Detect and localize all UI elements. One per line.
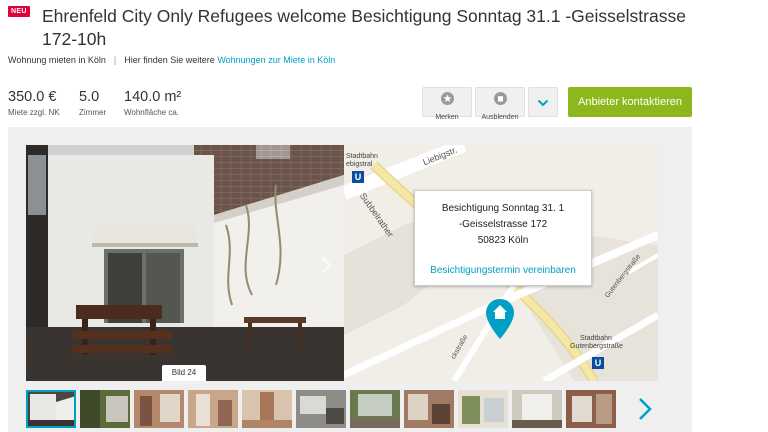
image-counter: Bild 24 <box>162 365 206 381</box>
more-actions-button[interactable] <box>528 87 558 117</box>
thumbnail[interactable] <box>296 390 346 428</box>
transit-symbol-bottom: U <box>594 358 602 368</box>
popup-line1: Besichtigung Sonntag 31. 1 <box>441 203 565 214</box>
thumbnail[interactable] <box>350 390 400 428</box>
thumbnail[interactable] <box>80 390 130 428</box>
schedule-viewing-link[interactable]: Besichtigungstermin vereinbaren <box>415 263 591 279</box>
thumbnail[interactable] <box>566 390 616 428</box>
transit-symbol-top: U <box>354 172 362 182</box>
thumbnail[interactable] <box>26 390 76 428</box>
listing-title: Ehrenfeld City Only Refugees welcome Bes… <box>42 6 686 49</box>
breadcrumb-more-prefix: Hier finden Sie weitere <box>124 55 215 65</box>
breadcrumb-more-link[interactable]: Wohnungen zur Miete in Köln <box>217 55 335 65</box>
remember-button[interactable]: Merken <box>422 87 472 121</box>
rent-fact: 350.0 € Miete zzgl. NK <box>8 88 60 117</box>
thumbnail[interactable] <box>458 390 508 428</box>
map-label-stadtbahn-bottom: Stadtbahn <box>580 335 612 342</box>
rooms-value: 5.0 <box>79 89 100 105</box>
breadcrumb: Wohnung mieten in Köln | Hier finden Sie w… <box>8 55 336 65</box>
rent-value: 350.0 € <box>8 89 57 105</box>
hide-label: Ausblenden <box>481 114 519 121</box>
rent-label: Miete zzgl. NK <box>8 108 60 117</box>
area-fact: 140.0 m² Wohnfläche ca. <box>124 88 181 117</box>
main-photo[interactable] <box>26 145 344 381</box>
rooms-fact: 5.0 Zimmer <box>79 88 106 117</box>
popup-line3: 50823 Köln <box>477 235 529 246</box>
popup-line2: -Geisselstrasse 172 <box>458 219 548 230</box>
area-label: Wohnfläche ca. <box>124 108 179 117</box>
thumbnail[interactable] <box>242 390 292 428</box>
home-pin-icon[interactable] <box>486 299 514 339</box>
chevron-down-icon <box>537 99 549 107</box>
breadcrumb-category[interactable]: Wohnung mieten in Köln <box>8 55 106 65</box>
thumbnail[interactable] <box>404 390 454 428</box>
remember-label: Merken <box>435 114 459 121</box>
new-badge: NEU <box>8 6 30 17</box>
rooms-label: Zimmer <box>79 108 107 117</box>
map-info-popup: Besichtigung Sonntag 31. 1 -Geisselstras… <box>414 190 592 286</box>
thumbnail[interactable] <box>512 390 562 428</box>
chevron-right-icon[interactable] <box>636 396 654 422</box>
map-label-stadtbahn-bottom2: Gutenbergstraße <box>570 343 623 350</box>
area-value: 140.0 m² <box>124 89 182 105</box>
thumbnail[interactable] <box>188 390 238 428</box>
hide-icon <box>493 92 507 105</box>
hide-button[interactable]: Ausblenden <box>475 87 525 121</box>
thumbnail[interactable] <box>134 390 184 428</box>
map-label-stadtbahn-top2: ebigstral <box>346 161 373 168</box>
courtyard-photo <box>26 145 344 381</box>
map-label-stadtbahn-top: Stadtbahn <box>346 153 378 160</box>
contact-provider-button[interactable]: Anbieter kontaktieren <box>568 87 692 117</box>
star-icon <box>440 92 454 105</box>
